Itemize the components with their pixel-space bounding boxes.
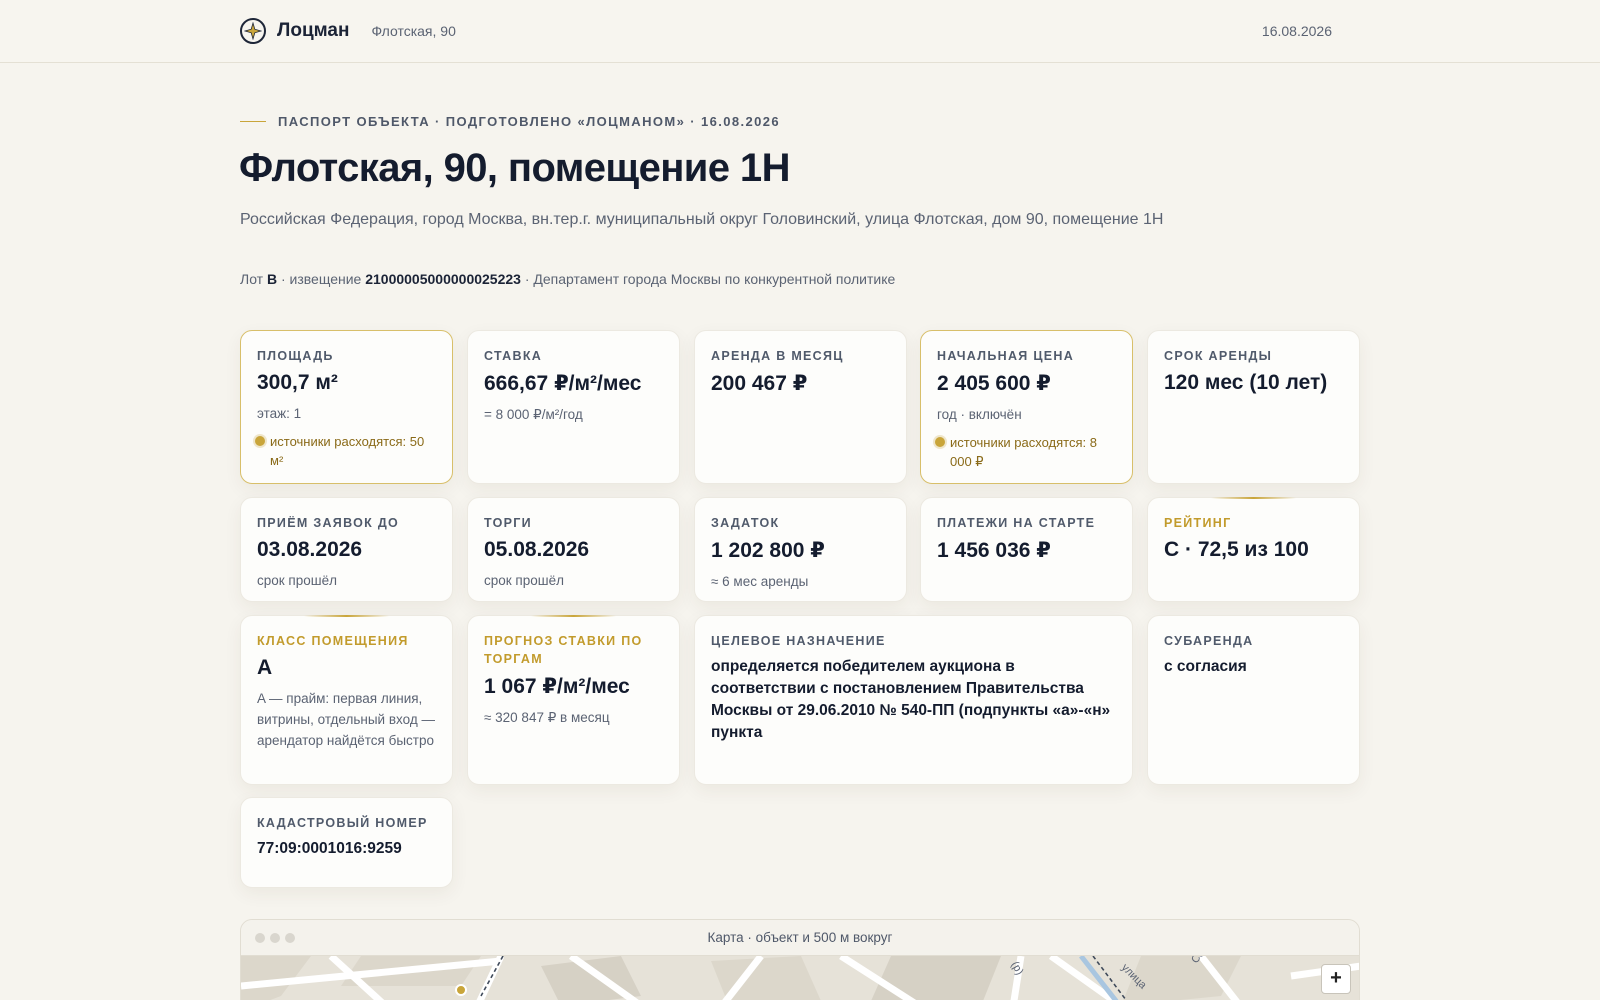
card-label: ПРОГНОЗ СТАВКИ ПО ТОРГАМ [484, 634, 643, 666]
header-date: 16.08.2026 [1261, 23, 1332, 39]
card-label: ПРИЁМ ЗАЯВОК ДО [257, 516, 400, 530]
card-sub: = 8 000 ₽/м²/год [484, 407, 583, 422]
card-value: 1 067 ₽/м²/мес [484, 675, 630, 698]
card-cadastral-number: КАДАСТРОВЫЙ НОМЕР 77:09:0001016:9259 [240, 797, 453, 888]
card-sublease: СУБАРЕНДА с согласия [1147, 615, 1360, 785]
card-label: ПЛАТЕЖИ НА СТАРТЕ [937, 516, 1096, 530]
card-rating: РЕЙТИНГ C · 72,5 из 100 [1147, 497, 1360, 602]
card-start-price: НАЧАЛЬНАЯ ЦЕНА 2 405 600 ₽ год · включён… [920, 330, 1133, 484]
card-label: ПЛОЩАДЬ [257, 349, 334, 363]
card-value: с согласия [1164, 658, 1247, 675]
eyebrow-divider [240, 121, 266, 122]
zoom-in-button[interactable]: + [1321, 964, 1351, 994]
card-deposit: ЗАДАТОК 1 202 800 ₽ ≈ 6 мес аренды [694, 497, 907, 602]
card-value: 300,7 м² [257, 371, 338, 394]
card-value: 666,67 ₽/м²/мес [484, 372, 642, 395]
card-start-payments: ПЛАТЕЖИ НА СТАРТЕ 1 456 036 ₽ [920, 497, 1133, 602]
card-auction-date: ТОРГИ 05.08.2026 срок прошёл [467, 497, 680, 602]
card-sub: A — прайм: первая линия, витрины, отдель… [257, 691, 435, 748]
card-value: 1 456 036 ₽ [937, 539, 1051, 562]
map-titlebar: Карта · объект и 500 м вокруг [241, 920, 1359, 956]
page-title: Флотская, 90, помещение 1Н [239, 146, 790, 190]
warning-text: источники расходятся: 50 м² [270, 434, 425, 468]
card-area: ПЛОЩАДЬ 300,7 м² этаж: 1 источники расхо… [240, 330, 453, 484]
eyebrow-text: ПАСПОРТ ОБЪЕКТА · ПОДГОТОВЛЕНО «ЛОЦМАНОМ… [278, 114, 781, 129]
card-purpose: ЦЕЛЕВОЕ НАЗНАЧЕНИЕ определяется победите… [694, 615, 1133, 785]
lot-line: Лот В · извещение 21000005000000025223 ·… [240, 271, 895, 287]
full-address: Российская Федерация, город Москва, вн.т… [240, 211, 1164, 228]
card-sub: этаж: 1 [257, 406, 302, 421]
card-value: 2 405 600 ₽ [937, 372, 1051, 395]
card-label: СУБАРЕНДА [1164, 634, 1254, 648]
eyebrow: ПАСПОРТ ОБЪЕКТА · ПОДГОТОВЛЕНО «ЛОЦМАНОМ… [240, 114, 780, 129]
card-label: ЦЕЛЕВОЕ НАЗНАЧЕНИЕ [711, 634, 886, 648]
top-bar: Лоцман Флотская, 90 16.08.2026 [0, 0, 1600, 63]
lot-prefix: Лот [240, 271, 267, 287]
card-rate: СТАВКА 666,67 ₽/м²/мес = 8 000 ₽/м²/год [467, 330, 680, 484]
notice-prefix: · извещение [277, 271, 366, 287]
card-value[interactable]: 77:09:0001016:9259 [257, 838, 436, 860]
card-label: ТОРГИ [484, 516, 532, 530]
card-label: СРОК АРЕНДЫ [1164, 349, 1273, 363]
card-premises-class: КЛАСС ПОМЕЩЕНИЯ A A — прайм: первая лини… [240, 615, 453, 785]
card-label: АРЕНДА В МЕСЯЦ [711, 349, 844, 363]
card-warning: источники расходятся: 8 000 ₽ [935, 433, 1116, 471]
brand-address: Флотская, 90 [371, 23, 456, 39]
card-value: 200 467 ₽ [711, 372, 808, 395]
card-label: КАДАСТРОВЫЙ НОМЕР [257, 816, 428, 830]
card-label: РЕЙТИНГ [1164, 516, 1232, 530]
warning-dot-icon [935, 437, 945, 447]
card-value: C · 72,5 из 100 [1164, 538, 1309, 561]
card-label: НАЧАЛЬНАЯ ЦЕНА [937, 349, 1075, 363]
card-warning: источники расходятся: 50 м² [255, 432, 436, 470]
card-sub: ≈ 320 847 ₽ в месяц [484, 710, 610, 725]
card-monthly-rent: АРЕНДА В МЕСЯЦ 200 467 ₽ [694, 330, 907, 484]
card-value: определяется победителем аукциона в соот… [711, 658, 1111, 741]
object-pin-icon[interactable] [455, 984, 467, 996]
notice-number: 21000005000000025223 [365, 271, 521, 287]
card-value: 1 202 800 ₽ [711, 539, 825, 562]
brand[interactable]: Лоцман Флотская, 90 [240, 18, 456, 44]
brand-name: Лоцман [277, 20, 350, 41]
card-applications-deadline: ПРИЁМ ЗАЯВОК ДО 03.08.2026 срок прошёл [240, 497, 453, 602]
card-label: КЛАСС ПОМЕЩЕНИЯ [257, 634, 409, 648]
warning-dot-icon [255, 436, 265, 446]
compass-icon [240, 18, 266, 44]
card-value: 03.08.2026 [257, 538, 363, 561]
card-label: ЗАДАТОК [711, 516, 780, 530]
card-sub: срок прошёл [257, 573, 337, 588]
card-value: A [257, 656, 273, 679]
lot-code: В [266, 271, 278, 287]
window-dots [255, 933, 300, 943]
card-sub: год · включён [937, 407, 1022, 422]
card-value: 05.08.2026 [484, 538, 590, 561]
card-sub: срок прошёл [484, 573, 564, 588]
map-canvas[interactable]: улица (р) Со + [241, 947, 1359, 1000]
map-title: Карта · объект и 500 м вокруг [707, 930, 893, 945]
card-value: 120 мес (10 лет) [1164, 371, 1328, 394]
organizer: · Департамент города Москвы по конкурент… [520, 271, 896, 287]
card-term: СРОК АРЕНДЫ 120 мес (10 лет) [1147, 330, 1360, 484]
card-label: СТАВКА [484, 349, 543, 363]
card-sub: ≈ 6 мес аренды [711, 574, 809, 589]
map-panel: Карта · объект и 500 м вокруг улица (р) … [240, 919, 1360, 1000]
map-streets: улица (р) Со [241, 947, 1359, 1000]
card-rate-forecast: ПРОГНОЗ СТАВКИ ПО ТОРГАМ 1 067 ₽/м²/мес … [467, 615, 680, 785]
warning-text: источники расходятся: 8 000 ₽ [950, 435, 1097, 469]
